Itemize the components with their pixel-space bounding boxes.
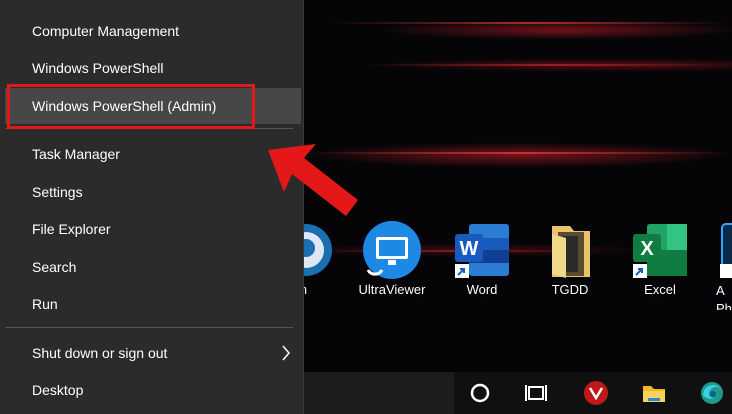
menu-item-windows-powershell[interactable]: Windows PowerShell [5,50,301,86]
menu-item-settings[interactable]: Settings [5,174,301,210]
excel-icon: X [633,224,687,278]
app-icon [720,223,732,278]
cortana-icon[interactable] [466,379,494,407]
antivirus-icon[interactable] [582,379,610,407]
menu-item-label: Run [32,296,58,312]
menu-item-shut-down[interactable]: Shut down or sign out [5,335,301,371]
chevron-right-icon [282,345,290,361]
word-icon: W [455,224,509,278]
menu-item-label: Search [32,259,77,275]
menu-item-label: File Explorer [32,221,111,237]
desktop-icon-tgdd[interactable]: TGDD [535,220,605,310]
wallpaper-streak [360,64,732,66]
desktop-icon-label: Excel [644,282,676,297]
winx-menu: Computer Management Windows PowerShell W… [0,0,304,414]
task-view-icon[interactable] [522,379,550,407]
menu-item-search[interactable]: Search [5,249,301,285]
taskbar-search-area[interactable] [304,372,454,414]
file-explorer-icon[interactable] [640,379,668,407]
menu-item-label: Shut down or sign out [32,345,168,361]
desktop-icon-label: A Ph [716,283,732,310]
menu-item-desktop[interactable]: Desktop [5,372,301,408]
wallpaper-streak [330,22,730,24]
menu-item-label: Task Manager [32,146,120,162]
wallpaper-streak [304,152,732,154]
menu-separator [5,327,293,328]
taskbar [304,372,732,414]
menu-item-label: Settings [32,184,83,200]
menu-item-label: Computer Management [32,23,180,39]
red-arrow-icon [268,144,358,216]
menu-item-label: Windows PowerShell [32,60,164,76]
menu-item-computer-management[interactable]: Computer Management [5,13,301,49]
desktop-icon-excel[interactable]: X Excel [625,220,695,310]
menu-item-label: Desktop [32,382,84,398]
menu-item-file-explorer[interactable]: File Explorer [5,211,301,247]
ultraviewer-icon [363,221,421,279]
menu-item-run[interactable]: Run [5,286,301,322]
menu-item-task-manager[interactable]: Task Manager [5,136,301,172]
desktop-icon-word[interactable]: W Word [447,220,517,310]
menu-item-partial [5,0,301,12]
desktop-icon-app[interactable]: A Ph [712,220,732,310]
edge-icon[interactable] [698,379,726,407]
desktop-icon-ultraviewer[interactable]: UltraViewer [357,220,427,310]
highlight-box [7,84,255,129]
svg-text:W: W [460,238,479,260]
svg-text:X: X [640,238,654,260]
folder-icon [552,226,590,278]
